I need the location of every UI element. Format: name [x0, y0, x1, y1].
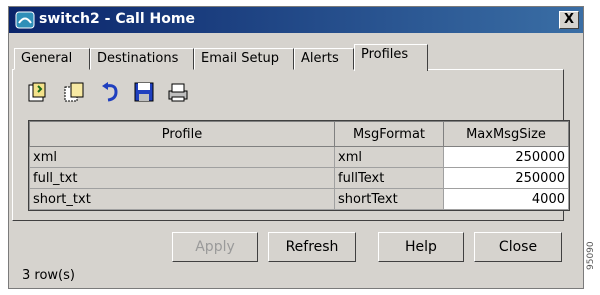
table-row[interactable]: full_txt fullText 250000 — [29, 167, 569, 189]
tab-alerts[interactable]: Alerts — [294, 48, 354, 70]
tab-label: Destinations — [97, 51, 179, 66]
figure-id-label: 95090 — [586, 241, 596, 270]
table-row[interactable]: xml xml 250000 — [29, 146, 569, 168]
title-bar[interactable]: switch2 - Call Home X — [9, 7, 583, 33]
apply-button[interactable]: Apply — [172, 232, 258, 262]
cell-msgformat[interactable]: shortText — [334, 188, 444, 210]
column-header-profile[interactable]: Profile — [29, 121, 335, 147]
table-header-row: Profile MsgFormat MaxMsgSize — [29, 121, 569, 147]
tab-label: Profiles — [361, 47, 409, 62]
create-row-icon[interactable] — [26, 80, 50, 104]
cell-maxmsgsize[interactable]: 4000 — [443, 188, 569, 210]
refresh-undo-icon[interactable] — [98, 80, 122, 104]
close-icon[interactable]: X — [559, 11, 579, 29]
help-button[interactable]: Help — [378, 232, 464, 262]
cell-profile: xml — [29, 146, 335, 168]
table-row[interactable]: short_txt shortText 4000 — [29, 188, 569, 210]
column-header-msgformat[interactable]: MsgFormat — [334, 121, 444, 147]
tab-profiles[interactable]: Profiles — [354, 44, 428, 71]
copy-row-icon[interactable] — [62, 80, 86, 104]
cell-profile: full_txt — [29, 167, 335, 189]
save-icon[interactable] — [132, 80, 156, 104]
cell-profile: short_txt — [29, 188, 335, 210]
cell-msgformat[interactable]: fullText — [334, 167, 444, 189]
cell-msgformat[interactable]: xml — [334, 146, 444, 168]
row-count-status: 3 row(s) — [22, 268, 75, 283]
print-icon[interactable] — [166, 80, 190, 104]
app-icon — [15, 11, 35, 29]
refresh-button[interactable]: Refresh — [268, 232, 356, 262]
cell-maxmsgsize[interactable]: 250000 — [443, 146, 569, 168]
profiles-table: Profile MsgFormat MaxMsgSize xml xml 250… — [28, 120, 570, 211]
tab-label: General — [21, 51, 73, 66]
tab-email-setup[interactable]: Email Setup — [194, 48, 294, 70]
tab-label: Alerts — [301, 51, 339, 66]
tab-general[interactable]: General — [14, 48, 90, 70]
cell-maxmsgsize[interactable]: 250000 — [443, 167, 569, 189]
tab-label: Email Setup — [201, 51, 280, 66]
close-button[interactable]: Close — [474, 232, 562, 262]
column-header-maxmsgsize[interactable]: MaxMsgSize — [443, 121, 569, 147]
tab-destinations[interactable]: Destinations — [90, 48, 194, 70]
window-title: switch2 - Call Home — [39, 11, 195, 27]
